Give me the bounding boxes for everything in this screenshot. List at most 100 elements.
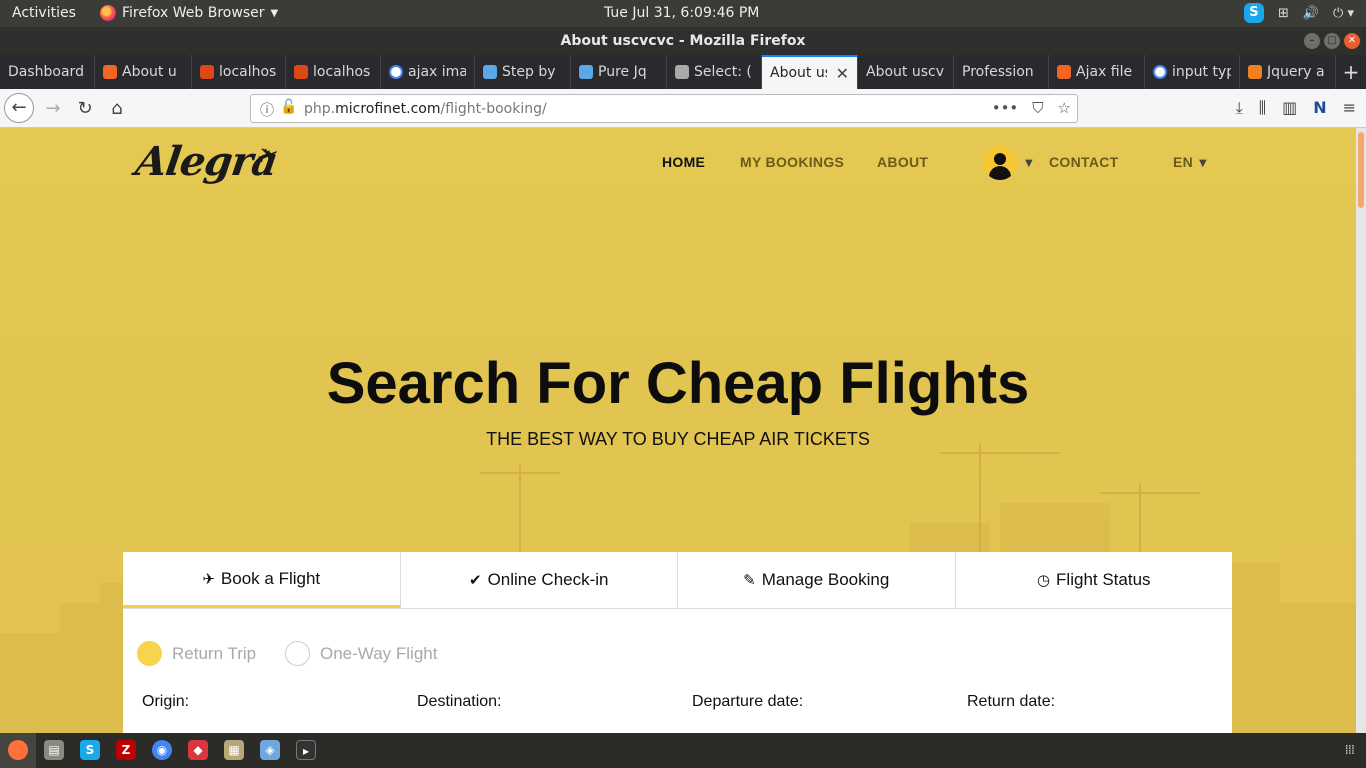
tab-label: Dashboard bbox=[8, 64, 84, 80]
power-icon[interactable]: ⏻ ▾ bbox=[1333, 6, 1354, 21]
forward-button[interactable]: → bbox=[40, 96, 66, 122]
one-way-radio[interactable]: One-Way Flight bbox=[285, 641, 437, 666]
nav-contact[interactable]: CONTACT bbox=[1049, 154, 1119, 170]
browser-tab[interactable]: Dashboard bbox=[0, 55, 95, 89]
tab-manage-booking[interactable]: ✎ Manage Booking bbox=[678, 552, 956, 608]
browser-tab[interactable]: localhos bbox=[192, 55, 286, 89]
tab-label: localhos bbox=[313, 64, 371, 80]
close-tab-icon[interactable]: ✕ bbox=[836, 64, 849, 83]
reload-button[interactable]: ↻ bbox=[72, 96, 98, 122]
google-icon bbox=[389, 65, 403, 79]
firefox-launcher-icon[interactable] bbox=[8, 740, 28, 760]
scrollbar-thumb[interactable] bbox=[1358, 132, 1364, 208]
tab-label: localhos bbox=[219, 64, 277, 80]
bookmark-star-icon[interactable]: ☆ bbox=[1058, 99, 1071, 117]
language-caret-icon[interactable]: ▼ bbox=[1199, 158, 1207, 169]
archive-launcher-icon[interactable]: ▦ bbox=[224, 740, 244, 760]
return-trip-radio[interactable]: Return Trip bbox=[137, 641, 256, 666]
avatar-head bbox=[994, 153, 1006, 165]
tab-label: Profession bbox=[962, 64, 1034, 80]
booking-panel: ✈ Book a Flight ✔ Online Check-in ✎ Mana… bbox=[123, 552, 1232, 733]
close-icon[interactable]: ✕ bbox=[1344, 33, 1360, 49]
browser-tab[interactable]: Ajax file bbox=[1049, 55, 1145, 89]
app-menu[interactable]: Firefox Web Browser ▼ bbox=[100, 5, 278, 21]
user-menu-caret-icon[interactable]: ▼ bbox=[1025, 158, 1033, 169]
browser-tab[interactable]: Jquery a bbox=[1240, 55, 1336, 89]
chrome-launcher-icon[interactable]: ◉ bbox=[152, 740, 172, 760]
browser-tab-active[interactable]: About us ✕ bbox=[762, 55, 858, 89]
new-tab-button[interactable]: + bbox=[1336, 55, 1366, 89]
pocket-icon[interactable]: ⛉ bbox=[1032, 99, 1043, 117]
page-actions-icon[interactable]: ••• bbox=[992, 99, 1019, 117]
skype-launcher-icon[interactable]: S bbox=[80, 740, 100, 760]
skype-icon[interactable]: S bbox=[1243, 3, 1264, 23]
virtualbox-launcher-icon[interactable]: ◈ bbox=[260, 740, 280, 760]
maximize-icon[interactable]: □ bbox=[1324, 33, 1340, 49]
tab-label: About u bbox=[122, 64, 177, 80]
check-icon: ✔ bbox=[468, 572, 482, 589]
library-icon[interactable]: ⫼ bbox=[1259, 98, 1266, 118]
browser-tab[interactable]: localhos bbox=[286, 55, 381, 89]
tab-label: Manage Booking bbox=[761, 570, 890, 589]
activities-button[interactable]: Activities bbox=[12, 5, 76, 21]
download-icon[interactable]: ⤓ bbox=[1236, 98, 1243, 118]
radio-selected[interactable] bbox=[137, 641, 162, 666]
back-button[interactable]: ← bbox=[4, 93, 34, 123]
radio-unselected[interactable] bbox=[285, 641, 310, 666]
w3-icon bbox=[483, 65, 497, 79]
browser-tab[interactable]: About uscv bbox=[858, 55, 954, 89]
xampp-icon bbox=[1057, 65, 1071, 79]
url-text[interactable]: php.microfinet.com/flight-booking/ bbox=[304, 101, 547, 117]
files-launcher-icon[interactable]: ▤ bbox=[44, 740, 64, 760]
browser-tab[interactable]: ajax ima bbox=[381, 55, 475, 89]
tab-label: Select: ( bbox=[694, 64, 752, 80]
web-page: Alegra ✈ HOME MY BOOKINGS ABOUT ▼ CONTAC… bbox=[0, 128, 1356, 733]
url-domain: microfinet.com bbox=[335, 101, 441, 117]
clock-icon: ◷ bbox=[1036, 572, 1051, 589]
app-grid-icon[interactable]: ⁞⁞⁞ bbox=[1345, 743, 1355, 758]
home-button[interactable]: ⌂ bbox=[104, 96, 130, 122]
xampp-icon bbox=[103, 65, 117, 79]
browser-tab[interactable]: Select: ( bbox=[667, 55, 762, 89]
browser-tab[interactable]: input typ bbox=[1145, 55, 1240, 89]
google-icon bbox=[1153, 65, 1167, 79]
tab-label: Flight Status bbox=[1056, 570, 1151, 589]
minimize-icon[interactable]: – bbox=[1304, 33, 1320, 49]
anydesk-launcher-icon[interactable]: ◆ bbox=[188, 740, 208, 760]
filezilla-launcher-icon[interactable]: Z bbox=[116, 740, 136, 760]
url-bar[interactable]: ⓘ 🔓 php.microfinet.com/flight-booking/ •… bbox=[250, 94, 1078, 123]
language-selector[interactable]: EN bbox=[1173, 154, 1193, 170]
tab-label: About uscv bbox=[866, 64, 944, 80]
tab-flight-status[interactable]: ◷ Flight Status bbox=[956, 552, 1233, 608]
stackoverflow-icon bbox=[1248, 65, 1262, 79]
nav-home[interactable]: HOME bbox=[662, 154, 705, 170]
tab-label: Pure Jq bbox=[598, 64, 647, 80]
hero-title: Search For Cheap Flights bbox=[326, 351, 1030, 416]
sidebar-icon[interactable]: ▥ bbox=[1282, 98, 1297, 118]
tab-online-check-in[interactable]: ✔ Online Check-in bbox=[401, 552, 678, 608]
user-avatar-icon[interactable] bbox=[983, 146, 1017, 180]
extension-icon[interactable]: N bbox=[1313, 98, 1326, 118]
nav-my-bookings[interactable]: MY BOOKINGS bbox=[740, 154, 844, 170]
tab-label: About us bbox=[770, 65, 827, 81]
radio-label: Return Trip bbox=[172, 643, 257, 663]
hero-subtitle: THE BEST WAY TO BUY CHEAP AIR TICKETS bbox=[486, 429, 870, 449]
browser-tab[interactable]: Pure Jq bbox=[571, 55, 667, 89]
terminal-launcher-icon[interactable]: ▸ bbox=[296, 740, 316, 760]
info-icon[interactable]: ⓘ bbox=[260, 100, 274, 120]
tab-book-a-flight[interactable]: ✈ Book a Flight bbox=[123, 552, 401, 608]
hamburger-menu-icon[interactable]: ≡ bbox=[1343, 98, 1356, 118]
insecure-lock-icon[interactable]: 🔓 bbox=[280, 99, 297, 115]
page-scrollbar[interactable] bbox=[1356, 128, 1366, 733]
network-icon[interactable]: ⊞ bbox=[1278, 6, 1289, 21]
nav-about[interactable]: ABOUT bbox=[877, 154, 928, 170]
volume-icon[interactable]: 🔊 bbox=[1303, 6, 1319, 21]
browser-tab[interactable]: About u bbox=[95, 55, 192, 89]
browser-tab[interactable]: Profession bbox=[954, 55, 1049, 89]
firefox-icon bbox=[100, 5, 116, 21]
clock[interactable]: Tue Jul 31, 6:09:46 PM bbox=[604, 5, 759, 21]
browser-tab[interactable]: Step by bbox=[475, 55, 571, 89]
tab-label: Book a Flight bbox=[220, 568, 321, 588]
departure-date-label: Departure date: bbox=[692, 693, 804, 710]
origin-label: Origin: bbox=[142, 693, 190, 710]
